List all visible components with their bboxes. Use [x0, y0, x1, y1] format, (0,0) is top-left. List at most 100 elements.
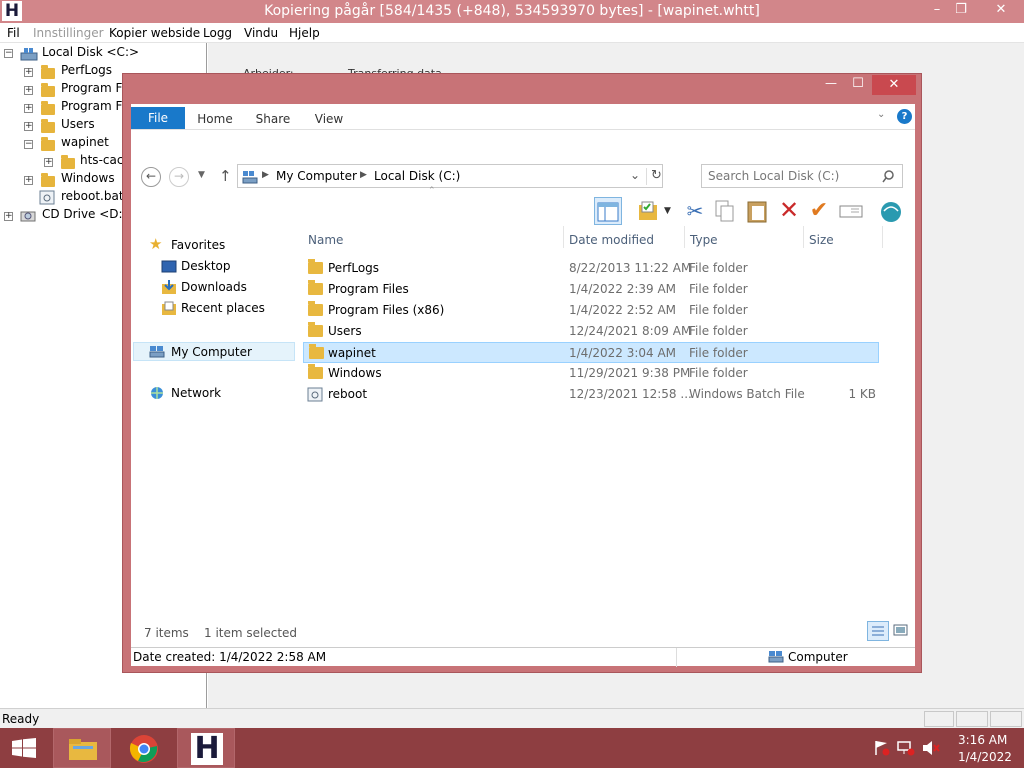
search-input[interactable]: Search Local Disk (C:): [708, 169, 839, 183]
menu-hjelp[interactable]: Hjelp: [289, 26, 320, 40]
file-date: 1/4/2022 3:04 AM: [569, 346, 677, 360]
tab-share[interactable]: Share: [249, 108, 297, 130]
cut-icon[interactable]: ✂: [681, 197, 709, 225]
expand-icon[interactable]: +: [44, 158, 53, 167]
column-divider: [684, 226, 685, 248]
folder-icon: [41, 83, 55, 97]
windows-logo-icon: [12, 738, 36, 758]
menu-kopier-webside[interactable]: Kopier webside: [109, 26, 200, 40]
file-row[interactable]: reboot 12/23/2021 12:58 ... Windows Batc…: [303, 384, 879, 405]
properties-dropdown-icon[interactable]: ▼: [664, 206, 671, 216]
menu-innstillinger[interactable]: Innstillinger: [33, 26, 104, 40]
file-name: wapinet: [328, 346, 376, 360]
nav-computer-label: My Computer: [171, 345, 252, 359]
file-type: File folder: [689, 261, 748, 275]
nav-recent-label: Recent places: [181, 301, 265, 315]
httrack-logo-icon: H: [191, 733, 223, 765]
menu-fil[interactable]: Fil: [7, 26, 20, 40]
file-size: 1 KB: [848, 387, 876, 401]
item-count: 7 items: [144, 626, 189, 640]
column-name[interactable]: Name: [308, 233, 343, 247]
taskbar-chrome[interactable]: [115, 728, 173, 768]
expand-icon[interactable]: +: [24, 176, 33, 185]
tree-label: Program Fil: [61, 81, 129, 95]
collapse-icon[interactable]: −: [4, 49, 13, 58]
copy-icon[interactable]: [711, 197, 739, 225]
shell-icon[interactable]: [877, 197, 905, 225]
column-date-modified[interactable]: Date modified: [569, 233, 654, 247]
nav-my-computer[interactable]: My Computer: [133, 342, 295, 361]
recent-places-icon: [162, 301, 176, 315]
folder-icon: [41, 119, 55, 133]
tab-file[interactable]: File: [131, 107, 185, 129]
details-view-button[interactable]: [867, 621, 889, 641]
ribbon-expand-icon[interactable]: ⌄: [877, 109, 885, 120]
nav-downloads-label: Downloads: [181, 280, 247, 294]
breadcrumb-separator-icon: ▶: [262, 170, 269, 180]
file-name: PerfLogs: [328, 261, 380, 275]
tab-home[interactable]: Home: [191, 108, 239, 130]
network-tray-icon[interactable]: [896, 740, 916, 756]
search-icon[interactable]: [882, 170, 895, 183]
file-row[interactable]: Windows 11/29/2021 9:38 PM File folder: [303, 363, 879, 384]
maximize-button[interactable]: ❐: [946, 0, 976, 21]
computer-icon: [149, 346, 165, 358]
close-button[interactable]: ✕: [986, 0, 1016, 21]
delete-icon[interactable]: ✕: [775, 197, 803, 225]
search-box[interactable]: Search Local Disk (C:): [701, 164, 903, 188]
address-dropdown-icon[interactable]: ⌄: [630, 168, 640, 182]
column-divider: [882, 226, 883, 248]
expand-icon[interactable]: +: [24, 122, 33, 131]
taskbar-file-explorer[interactable]: [53, 728, 111, 768]
address-bar[interactable]: ▶ My Computer ▶ Local Disk (C:) ⌄ ↻: [237, 164, 663, 188]
expand-icon[interactable]: +: [24, 86, 33, 95]
location-text: Computer: [788, 650, 848, 664]
downloads-icon: [162, 280, 176, 294]
file-type: File folder: [689, 282, 748, 296]
properties-icon[interactable]: [634, 197, 662, 225]
recent-locations-icon[interactable]: ▼: [198, 170, 205, 180]
tab-view[interactable]: View: [305, 108, 353, 130]
rename-icon[interactable]: [837, 197, 865, 225]
preview-pane-icon[interactable]: [594, 197, 622, 225]
large-icons-view-button[interactable]: [891, 621, 911, 641]
explorer-minimize-button[interactable]: —: [818, 76, 844, 96]
clock-time[interactable]: 3:16 AM: [958, 733, 1007, 747]
nav-favorites-label: Favorites: [171, 238, 226, 252]
tree-root[interactable]: − Local Disk <C:>: [4, 45, 204, 63]
paste-icon[interactable]: [743, 197, 771, 225]
file-name: reboot: [328, 387, 368, 401]
start-button[interactable]: [0, 728, 48, 768]
up-button[interactable]: ↑: [219, 167, 232, 185]
file-row[interactable]: Program Files 1/4/2022 2:39 AM File fold…: [303, 279, 879, 300]
explorer-maximize-button[interactable]: ☐: [845, 76, 871, 96]
help-icon[interactable]: ?: [897, 109, 912, 124]
file-row[interactable]: PerfLogs 8/22/2013 11:22 AM File folder: [303, 258, 879, 279]
file-type: Windows Batch File: [689, 387, 805, 401]
tree-label: Users: [61, 117, 95, 131]
forward-button[interactable]: →: [169, 167, 189, 187]
file-row[interactable]: Users 12/24/2021 8:09 AM File folder: [303, 321, 879, 342]
menu-logg[interactable]: Logg: [203, 26, 232, 40]
clock-date[interactable]: 1/4/2022: [958, 750, 1012, 764]
explorer-close-button[interactable]: ✕: [872, 75, 916, 95]
expand-icon[interactable]: +: [24, 104, 33, 113]
column-size[interactable]: Size: [809, 233, 834, 247]
file-row-selected[interactable]: wapinet 1/4/2022 3:04 AM File folder: [303, 342, 879, 363]
column-type[interactable]: Type: [690, 233, 718, 247]
expand-icon[interactable]: +: [4, 212, 13, 221]
breadcrumb-local-disk[interactable]: Local Disk (C:): [374, 169, 460, 183]
tree-label: PerfLogs: [61, 63, 113, 77]
menu-vindu[interactable]: Vindu: [244, 26, 278, 40]
checkmark-icon[interactable]: ✔: [805, 197, 833, 225]
file-name: Users: [328, 324, 362, 338]
action-center-flag-icon[interactable]: [873, 740, 891, 756]
taskbar-httrack[interactable]: H: [177, 728, 235, 768]
volume-muted-icon[interactable]: [922, 740, 940, 756]
expand-icon[interactable]: +: [24, 68, 33, 77]
collapse-icon[interactable]: −: [24, 140, 33, 149]
breadcrumb-my-computer[interactable]: My Computer: [276, 169, 357, 183]
file-row[interactable]: Program Files (x86) 1/4/2022 2:52 AM Fil…: [303, 300, 879, 321]
back-button[interactable]: ←: [141, 167, 161, 187]
refresh-icon[interactable]: ↻: [646, 168, 662, 185]
